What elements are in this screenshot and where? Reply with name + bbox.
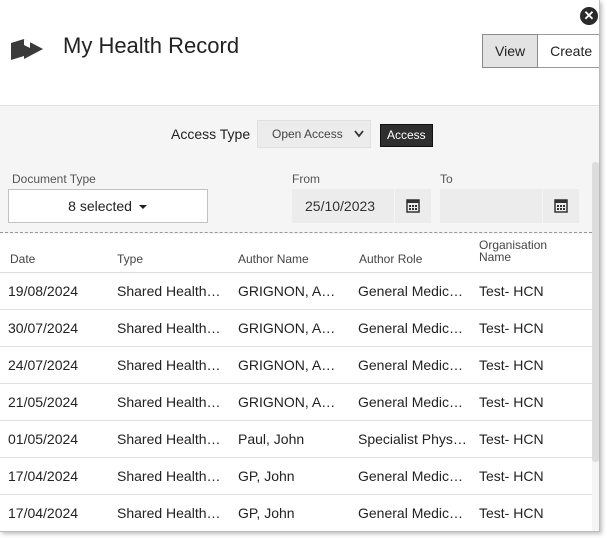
create-button[interactable]: Create <box>538 34 599 68</box>
cell-type: Shared Health … <box>117 283 221 299</box>
record-logo-icon <box>11 39 43 60</box>
cell-type: Shared Health … <box>117 320 221 336</box>
cell-date: 19/08/2024 <box>8 283 79 299</box>
to-date-field[interactable] <box>440 189 579 223</box>
cell-date: 30/07/2024 <box>8 320 79 336</box>
access-type-value: Open Access <box>272 127 343 141</box>
table-row[interactable]: 30/07/2024 Shared Health … GRIGNON, ADR…… <box>0 310 592 347</box>
cell-author-role: General Medic… <box>358 394 464 410</box>
from-date-value: 25/10/2023 <box>305 198 376 214</box>
calendar-icon <box>554 199 568 213</box>
documents-table: Date Type Author Name Author Role Organi… <box>0 234 592 531</box>
table-row[interactable]: 17/04/2024 Shared Health … GP, John Gene… <box>0 495 592 531</box>
access-type-row: Access Type Open Access Access <box>0 120 599 150</box>
document-type-dropdown[interactable]: 8 selected <box>8 189 208 223</box>
cell-author-role: General Medic… <box>358 283 464 299</box>
health-record-window: My Health Record View Create Access Type… <box>0 0 600 532</box>
document-type-label: Document Type <box>12 172 96 186</box>
cell-organisation: Test- HCN <box>479 320 544 336</box>
cell-author-role: General Medic… <box>358 468 464 484</box>
to-calendar-button[interactable] <box>542 189 579 223</box>
cell-type: Shared Health … <box>117 505 221 521</box>
cell-author-name: GP, John <box>238 505 295 521</box>
table-row[interactable]: 01/05/2024 Shared Health … Paul, John Sp… <box>0 421 592 458</box>
view-button[interactable]: View <box>482 34 539 68</box>
table-header: Date Type Author Name Author Role Organi… <box>0 234 592 273</box>
cell-author-name: GRIGNON, ADR… <box>238 394 344 410</box>
cell-organisation: Test- HCN <box>479 394 544 410</box>
access-type-label: Access Type <box>171 126 251 142</box>
column-header-author-name[interactable]: Author Name <box>238 252 309 266</box>
records-panel: Access Type Open Access Access Document … <box>0 106 599 531</box>
cell-date: 17/04/2024 <box>8 468 79 484</box>
cell-date: 21/05/2024 <box>8 394 79 410</box>
from-calendar-button[interactable] <box>394 189 431 223</box>
cell-author-name: Paul, John <box>238 431 305 447</box>
filters-row: Document Type 8 selected From 25/10/2023 <box>0 166 599 236</box>
cell-date: 17/04/2024 <box>8 505 79 521</box>
cell-type: Shared Health … <box>117 394 221 410</box>
cell-type: Shared Health … <box>117 357 221 373</box>
cell-type: Shared Health … <box>117 431 221 447</box>
cell-author-role: Specialist Phys… <box>358 431 467 447</box>
cell-author-role: General Medic… <box>358 505 464 521</box>
header: My Health Record View Create <box>0 0 599 106</box>
caret-down-icon <box>138 205 147 210</box>
cell-author-role: General Medic… <box>358 320 464 336</box>
cell-organisation: Test- HCN <box>479 357 544 373</box>
table-row[interactable]: 24/07/2024 Shared Health … GRIGNON, ADR…… <box>0 347 592 384</box>
column-header-type[interactable]: Type <box>117 252 143 266</box>
cell-date: 24/07/2024 <box>8 357 79 373</box>
cell-author-name: GRIGNON, ADR… <box>238 357 344 373</box>
column-header-organisation-name[interactable]: Organisation Name <box>479 239 559 263</box>
column-header-author-role[interactable]: Author Role <box>359 252 422 266</box>
page-title: My Health Record <box>63 33 240 58</box>
cell-author-name: GRIGNON, ADR… <box>238 283 344 299</box>
cell-author-name: GP, John <box>238 468 295 484</box>
cell-type: Shared Health … <box>117 468 221 484</box>
calendar-icon <box>406 199 420 213</box>
view-mode-toggle: View Create <box>482 34 599 68</box>
cell-organisation: Test- HCN <box>479 468 544 484</box>
cell-date: 01/05/2024 <box>8 431 79 447</box>
to-date-label: To <box>440 172 453 186</box>
from-date-label: From <box>292 172 320 186</box>
access-button[interactable]: Access <box>380 124 433 147</box>
vertical-scrollbar[interactable] <box>592 162 599 462</box>
chevron-down-icon <box>354 130 364 138</box>
cell-organisation: Test- HCN <box>479 283 544 299</box>
divider <box>0 232 592 233</box>
cell-author-role: General Medic… <box>358 357 464 373</box>
close-icon[interactable]: ✕ <box>580 7 598 25</box>
cell-organisation: Test- HCN <box>479 505 544 521</box>
document-type-value: 8 selected <box>68 198 132 214</box>
table-row[interactable]: 17/04/2024 Shared Health … GP, John Gene… <box>0 458 592 495</box>
cell-author-name: GRIGNON, ADR… <box>238 320 344 336</box>
cell-organisation: Test- HCN <box>479 431 544 447</box>
from-date-field[interactable]: 25/10/2023 <box>292 189 431 223</box>
access-type-select[interactable]: Open Access <box>257 120 371 148</box>
table-row[interactable]: 21/05/2024 Shared Health … GRIGNON, ADR…… <box>0 384 592 421</box>
table-row[interactable]: 19/08/2024 Shared Health … GRIGNON, ADR…… <box>0 273 592 310</box>
column-header-date[interactable]: Date <box>10 252 35 266</box>
